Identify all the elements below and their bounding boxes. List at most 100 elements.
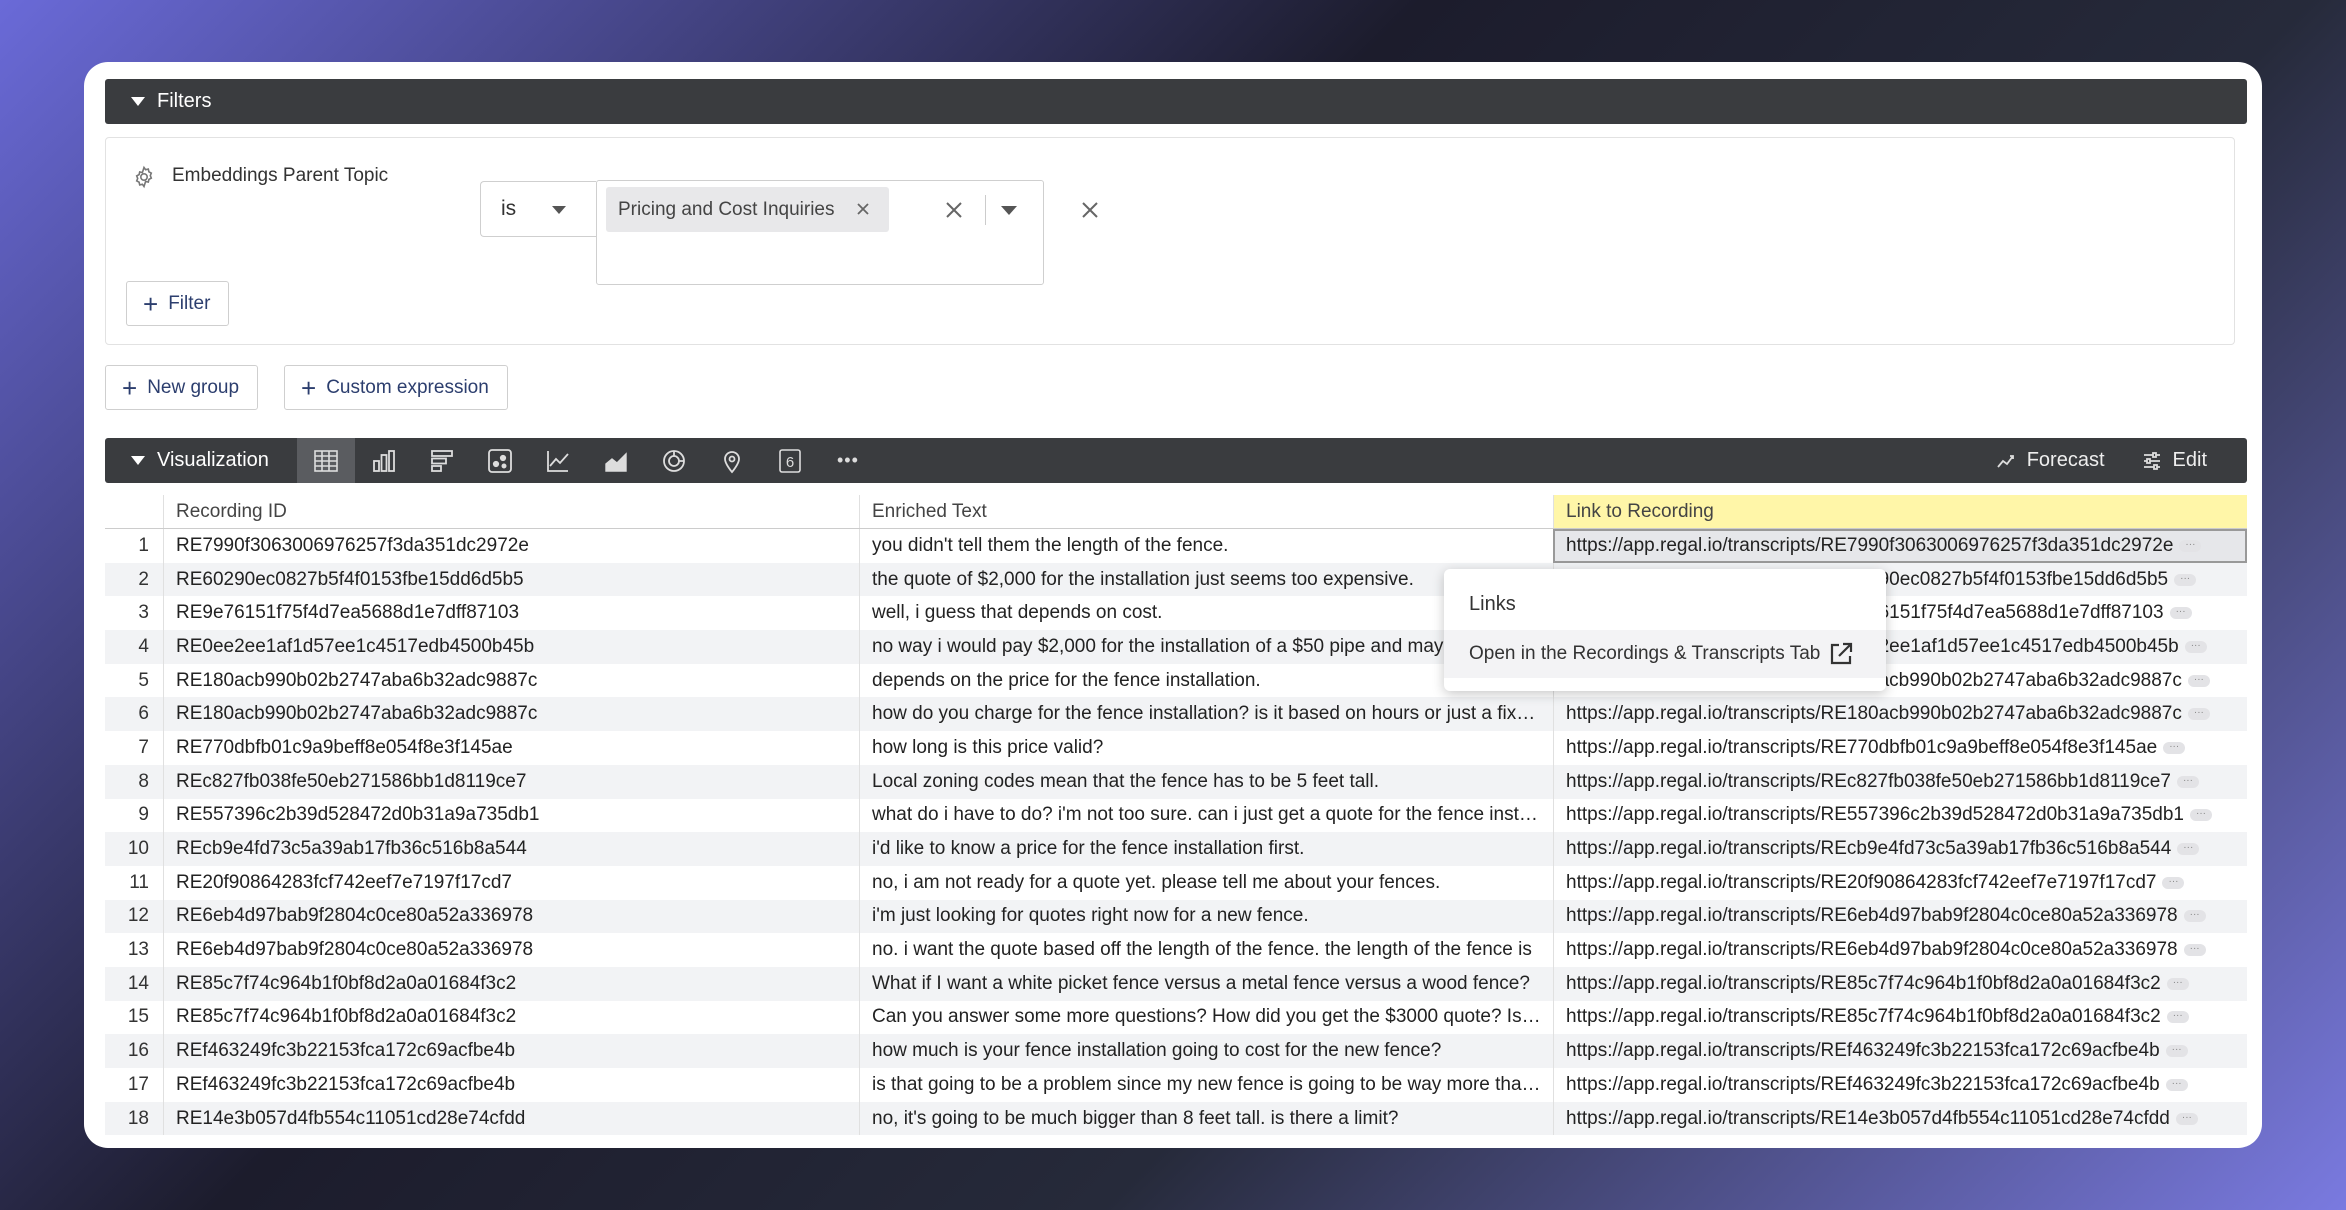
clear-values-icon[interactable] [941, 197, 967, 223]
recording-id-cell[interactable]: REc827fb038fe50eb271586bb1d8119ce7 [163, 764, 859, 799]
more-icon[interactable]: ··· [2162, 876, 2185, 889]
recording-id-cell[interactable]: RE60290ec0827b5f4f0153fbe15dd6d5b5 [163, 562, 859, 597]
recording-id-cell[interactable]: RE14e3b057d4fb554c11051cd28e74cfdd [163, 1101, 859, 1136]
enriched-text-cell[interactable]: you didn't tell them the length of the f… [859, 529, 1553, 563]
enriched-text-cell[interactable]: What if I want a white picket fence vers… [859, 966, 1553, 1001]
value-multiselect[interactable]: Pricing and Cost Inquiries [596, 180, 1044, 285]
table-row[interactable]: 15 RE85c7f74c964b1f0bf8d2a0a01684f3c2 Can … [105, 1000, 2247, 1035]
link-cell[interactable]: https://app.regal.io/transcripts/RE85c7f… [1553, 966, 2247, 1001]
area-chart-icon[interactable] [587, 438, 645, 483]
more-icon[interactable]: ··· [2174, 573, 2197, 586]
enriched-text-cell[interactable]: i'm just looking for quotes right now fo… [859, 899, 1553, 934]
enriched-text-cell[interactable]: Local zoning codes mean that the fence h… [859, 764, 1553, 799]
enriched-text-cell[interactable]: Can you answer some more questions? How … [859, 1000, 1553, 1035]
link-cell[interactable]: https://app.regal.io/transcripts/RE770db… [1553, 731, 2247, 765]
table-row[interactable]: 10 REcb9e4fd73c5a39ab17fb36c516b8a544 i'd … [105, 832, 2247, 866]
scatter-icon[interactable] [471, 438, 529, 483]
table-row[interactable]: 16 REf463249fc3b22153fca172c69acfbe4b how … [105, 1034, 2247, 1068]
table-row[interactable]: 7 RE770dbfb01c9a9beff8e054f8e3f145ae how l… [105, 731, 2247, 765]
column-header[interactable]: Enriched Text [859, 495, 1553, 528]
link-cell[interactable]: https://app.regal.io/transcripts/REf4632… [1553, 1034, 2247, 1068]
enriched-text-cell[interactable]: how much is your fence installation goin… [859, 1034, 1553, 1068]
more-icon[interactable]: ··· [2165, 1078, 2188, 1091]
collapse-caret-icon[interactable] [131, 97, 145, 106]
remove-filter-icon[interactable] [1078, 198, 1102, 222]
enriched-text-cell[interactable]: what do i have to do? i'm not too sure. … [859, 798, 1553, 833]
operator-select[interactable]: is [480, 181, 596, 237]
table-row[interactable]: 5 RE180acb990b02b2747aba6b32adc9887c depen… [105, 663, 2247, 698]
add-filter-button[interactable]: + Filter [126, 281, 230, 326]
table-row[interactable]: 11 RE20f90864283fcf742eef7e7197f17cd7 no, … [105, 865, 2247, 900]
link-cell[interactable]: https://app.regal.io/transcripts/RE6eb4d… [1553, 899, 2247, 934]
collapse-caret-icon[interactable] [131, 456, 145, 465]
more-icon[interactable]: ••• [819, 438, 877, 483]
recording-id-cell[interactable]: RE85c7f74c964b1f0bf8d2a0a01684f3c2 [163, 1000, 859, 1035]
table-row[interactable]: 18 RE14e3b057d4fb554c11051cd28e74cfdd no, … [105, 1101, 2247, 1136]
link-cell[interactable]: https://app.regal.io/transcripts/RE55739… [1553, 798, 2247, 833]
more-icon[interactable]: ··· [2166, 1011, 2189, 1024]
recording-id-cell[interactable]: RE85c7f74c964b1f0bf8d2a0a01684f3c2 [163, 966, 859, 1001]
enriched-text-cell[interactable]: i'd like to know a price for the fence i… [859, 832, 1553, 866]
table-row[interactable]: 13 RE6eb4d97bab9f2804c0ce80a52a336978 no. … [105, 933, 2247, 967]
line-chart-icon[interactable] [529, 438, 587, 483]
more-icon[interactable]: ··· [2175, 1112, 2198, 1125]
table-row[interactable]: 4 RE0ee2ee1af1d57ee1c4517edb4500b45b no wa… [105, 630, 2247, 664]
table-row[interactable]: 6 RE180acb990b02b2747aba6b32adc9887c how d… [105, 697, 2247, 732]
remove-chip-icon[interactable] [853, 199, 873, 219]
horizontal-bar-icon[interactable] [413, 438, 471, 483]
edit-button[interactable]: Edit [2141, 449, 2207, 472]
recording-id-cell[interactable]: RE0ee2ee1af1d57ee1c4517edb4500b45b [163, 630, 859, 664]
enriched-text-cell[interactable]: how long is this price valid? [859, 731, 1553, 765]
more-icon[interactable]: ··· [2189, 809, 2212, 822]
single-value-icon[interactable]: 6 [761, 438, 819, 483]
recording-id-cell[interactable]: RE180acb990b02b2747aba6b32adc9887c [163, 663, 859, 698]
more-icon[interactable]: ··· [2177, 843, 2200, 856]
gear-icon[interactable] [132, 165, 156, 189]
table-row[interactable]: 14 RE85c7f74c964b1f0bf8d2a0a01684f3c2 What… [105, 966, 2247, 1001]
pie-chart-icon[interactable] [645, 438, 703, 483]
link-cell[interactable]: https://app.regal.io/transcripts/RE180ac… [1553, 697, 2247, 732]
table-row[interactable]: 1 RE7990f3063006976257f3da351dc2972e you d… [105, 529, 2247, 563]
more-icon[interactable]: ··· [2187, 674, 2210, 687]
table-row[interactable]: 8 REc827fb038fe50eb271586bb1d8119ce7 Local… [105, 764, 2247, 799]
new-group-button[interactable]: + New group [105, 365, 259, 410]
link-cell[interactable]: https://app.regal.io/transcripts/RE20f90… [1553, 865, 2247, 900]
enriched-text-cell[interactable]: is that going to be a problem since my n… [859, 1068, 1553, 1102]
recording-id-cell[interactable]: RE7990f3063006976257f3da351dc2972e [163, 529, 859, 563]
open-recordings-link[interactable]: Open in the Recordings & Transcripts Tab [1444, 630, 1886, 678]
table-icon[interactable] [296, 438, 355, 483]
table-row[interactable]: 12 RE6eb4d97bab9f2804c0ce80a52a336978 i'm … [105, 899, 2247, 934]
enriched-text-cell[interactable]: no, i am not ready for a quote yet. plea… [859, 865, 1553, 900]
recording-id-cell[interactable]: RE9e76151f75f4d7ea5688d1e7dff87103 [163, 596, 859, 631]
recording-id-cell[interactable]: REf463249fc3b22153fca172c69acfbe4b [163, 1068, 859, 1102]
recording-id-cell[interactable]: RE770dbfb01c9a9beff8e054f8e3f145ae [163, 731, 859, 765]
table-row[interactable]: 9 RE557396c2b39d528472d0b31a9a735db1 what … [105, 798, 2247, 833]
map-pin-icon[interactable] [703, 438, 761, 483]
more-icon[interactable]: ··· [2179, 539, 2202, 552]
link-cell[interactable]: https://app.regal.io/transcripts/RE85c7f… [1553, 1000, 2247, 1035]
recording-id-cell[interactable]: REf463249fc3b22153fca172c69acfbe4b [163, 1034, 859, 1068]
more-icon[interactable]: ··· [2183, 944, 2206, 957]
link-cell[interactable]: https://app.regal.io/transcripts/RE6eb4d… [1553, 933, 2247, 967]
more-icon[interactable]: ··· [2166, 977, 2189, 990]
column-header-highlighted[interactable]: Link to Recording [1553, 495, 2247, 528]
column-header[interactable]: Recording ID [163, 495, 859, 528]
forecast-button[interactable]: Forecast [1995, 449, 2105, 472]
more-icon[interactable]: ··· [2165, 1045, 2188, 1058]
recording-id-cell[interactable]: REcb9e4fd73c5a39ab17fb36c516b8a544 [163, 832, 859, 866]
recording-id-cell[interactable]: RE20f90864283fcf742eef7e7197f17cd7 [163, 865, 859, 900]
recording-id-cell[interactable]: RE6eb4d97bab9f2804c0ce80a52a336978 [163, 933, 859, 967]
more-icon[interactable]: ··· [2184, 640, 2207, 653]
table-row[interactable]: 17 REf463249fc3b22153fca172c69acfbe4b is t… [105, 1068, 2247, 1102]
more-icon[interactable]: ··· [2163, 741, 2186, 754]
bar-chart-icon[interactable] [355, 438, 413, 483]
link-cell[interactable]: https://app.regal.io/transcripts/REf4632… [1553, 1068, 2247, 1102]
more-icon[interactable]: ··· [2187, 708, 2210, 721]
table-row[interactable]: 2 RE60290ec0827b5f4f0153fbe15dd6d5b5 the q… [105, 562, 2247, 597]
more-icon[interactable]: ··· [2169, 607, 2192, 620]
enriched-text-cell[interactable]: no, it's going to be much bigger than 8 … [859, 1101, 1553, 1136]
recording-id-cell[interactable]: RE180acb990b02b2747aba6b32adc9887c [163, 697, 859, 732]
custom-expression-button[interactable]: + Custom expression [284, 365, 508, 410]
more-icon[interactable]: ··· [2176, 775, 2199, 788]
enriched-text-cell[interactable]: no. i want the quote based off the lengt… [859, 933, 1553, 967]
